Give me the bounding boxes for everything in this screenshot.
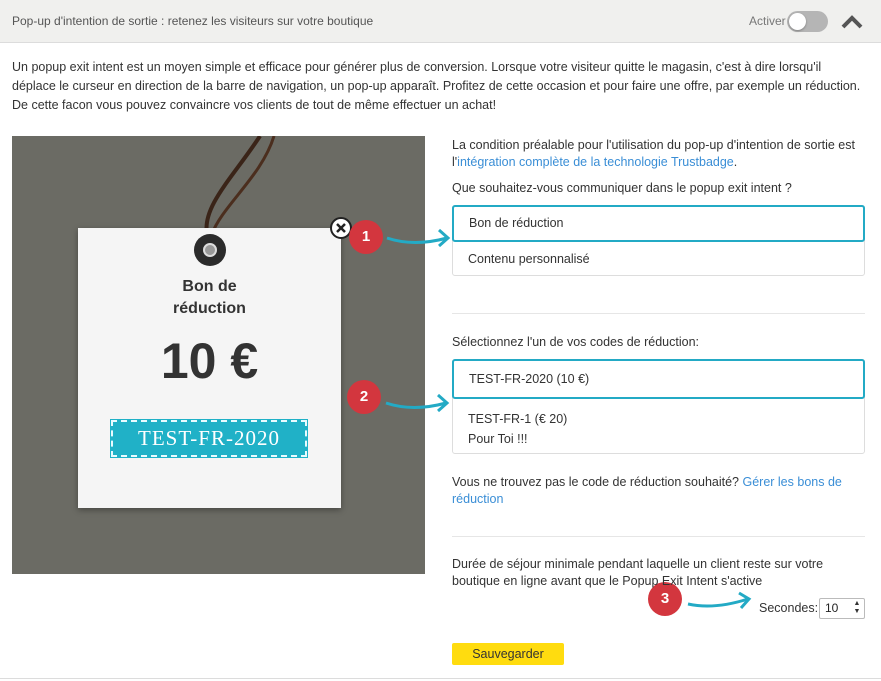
tag-title: Bon de réduction — [173, 278, 246, 317]
arrow-2-icon — [385, 393, 450, 413]
divider — [452, 536, 865, 537]
tag-code: TEST-FR-2020 — [110, 419, 308, 458]
divider — [452, 313, 865, 314]
discount-tag: Bon de réduction 10 € TEST-FR-2020 — [78, 228, 341, 508]
activate-toggle[interactable] — [787, 11, 828, 32]
toggle-label: Activer — [749, 14, 786, 28]
save-button[interactable]: Sauvegarder — [452, 643, 564, 665]
option-custom-content[interactable]: Contenu personnalisé — [453, 251, 864, 268]
bottom-divider — [0, 678, 881, 679]
badge-1: 1 — [349, 220, 383, 254]
collapse-button[interactable] — [838, 10, 866, 32]
content-type-list: Bon de réduction Contenu personnalisé — [452, 205, 865, 276]
tag-hole — [194, 234, 226, 266]
duration-text: Durée de séjour minimale pendant laquell… — [452, 557, 824, 588]
toggle-knob — [789, 13, 806, 30]
trustbadge-link[interactable]: intégration complète de la technologie T… — [457, 155, 734, 169]
tag-amount: 10 € — [160, 333, 259, 389]
seconds-label: Secondes: — [759, 601, 819, 615]
popup-preview: Bon de réduction 10 € TEST-FR-2020 — [12, 136, 425, 574]
chevron-up-icon — [841, 15, 863, 29]
seconds-stepper[interactable]: ▲ ▼ — [852, 600, 862, 617]
prerequisite-text: La condition préalable pour l'utilisatio… — [452, 138, 855, 169]
discount-code-list: TEST-FR-2020 (10 €) TEST-FR-1 (€ 20) Pou… — [452, 359, 865, 454]
badge-2: 2 — [347, 380, 381, 414]
stepper-down-icon[interactable]: ▼ — [852, 608, 862, 616]
intro-text: Un popup exit intent est un moyen simple… — [12, 60, 861, 112]
not-found-text: Vous ne trouvez pas le code de réduction… — [452, 475, 842, 506]
code-option-test-fr-1[interactable]: TEST-FR-1 (€ 20) Pour Toi !!! — [453, 409, 864, 449]
stepper-up-icon[interactable]: ▲ — [852, 600, 862, 608]
communicate-question: Que souhaitez-vous communiquer dans le p… — [452, 181, 792, 195]
section-title: Pop-up d'intention de sortie : retenez l… — [12, 14, 374, 28]
arrow-3-icon — [687, 591, 752, 609]
option-discount-voucher[interactable]: Bon de réduction — [452, 205, 865, 242]
code-option-test-fr-2020[interactable]: TEST-FR-2020 (10 €) — [452, 359, 865, 399]
seconds-input[interactable]: 10 ▲ ▼ — [819, 598, 865, 619]
section-header: Pop-up d'intention de sortie : retenez l… — [0, 0, 881, 43]
arrow-1-icon — [386, 228, 451, 248]
codes-label: Sélectionnez l'un de vos codes de réduct… — [452, 335, 699, 349]
